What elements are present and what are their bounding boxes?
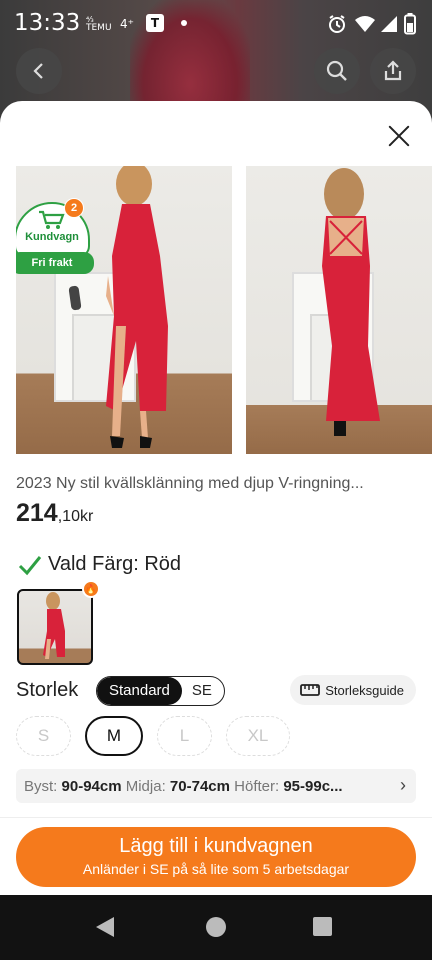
- size-standard-toggle[interactable]: Standard SE: [96, 676, 225, 706]
- size-option-xl[interactable]: XL: [226, 716, 290, 756]
- check-icon: [18, 555, 42, 575]
- size-option-m[interactable]: M: [85, 716, 143, 756]
- share-button[interactable]: [370, 48, 416, 94]
- product-title: 2023 Ny stil kvällsklänning med djup V-r…: [16, 475, 364, 492]
- product-image-front[interactable]: Kundvagn 2 Fri frakt: [16, 166, 232, 454]
- cart-count-badge: 2: [64, 198, 84, 218]
- bust-value: 90-94cm: [61, 777, 122, 795]
- back-button[interactable]: [16, 48, 62, 94]
- nav-back-icon[interactable]: [96, 917, 114, 937]
- wifi-icon: [355, 16, 375, 32]
- cart-icon: [39, 210, 65, 229]
- nav-home-icon[interactable]: [206, 917, 226, 937]
- free-shipping-label: Fri frakt: [16, 252, 94, 274]
- close-icon[interactable]: [386, 123, 412, 149]
- cart-badge[interactable]: Kundvagn 2 Fri frakt: [16, 198, 94, 274]
- chevron-right-icon: ›: [400, 775, 406, 795]
- divider: [0, 817, 432, 818]
- waist-label: Midja:: [125, 777, 166, 795]
- product-options-sheet: Kundvagn 2 Fri frakt 2023 Ny stil kvälls…: [0, 101, 432, 895]
- system-nav-bar: [0, 895, 432, 960]
- size-measurements-bar[interactable]: Byst: 90-94cm Midja: 70-74cm Höfter: 95-…: [16, 769, 416, 803]
- temu-app-icon-text: TEMU: [86, 23, 112, 33]
- popular-flame-icon: 🔥: [82, 580, 100, 598]
- status-bar: 13:33 ⁴⁄₃ TEMU 4⁺ T: [0, 0, 432, 50]
- swatch-dress-image: [43, 592, 65, 659]
- product-image-back[interactable]: [246, 166, 432, 454]
- 4g-icon: 4⁺: [120, 17, 134, 31]
- search-button[interactable]: [314, 48, 360, 94]
- signal-icon: [381, 16, 397, 32]
- temu-app-icon: ⁴⁄₃ TEMU: [86, 15, 112, 33]
- delivery-estimate: Anländer i SE på så lite som 5 arbetsdag…: [82, 861, 350, 877]
- dress-back-figure: [322, 168, 380, 436]
- dot-icon: [181, 20, 187, 26]
- price-decimals: ,10kr: [57, 508, 94, 525]
- size-label: Storlek: [16, 679, 79, 701]
- ruler-icon: [300, 684, 321, 696]
- selected-color: Vald Färg: Röd: [18, 553, 181, 576]
- alarm-icon: [329, 15, 345, 33]
- color-swatch-red[interactable]: [17, 589, 93, 665]
- cart-badge-label: Kundvagn: [25, 231, 79, 243]
- size-options: S M L XL: [16, 716, 290, 756]
- t-app-icon: T: [146, 14, 164, 32]
- chevron-left-icon: [33, 63, 43, 79]
- bust-label: Byst:: [24, 777, 58, 795]
- product-price: 214,10kr: [16, 499, 93, 528]
- search-icon: [326, 60, 347, 81]
- share-icon: [384, 60, 402, 81]
- selected-color-label: Vald Färg: Röd: [48, 553, 182, 575]
- waist-value: 70-74cm: [169, 777, 230, 795]
- price-main: 214: [16, 499, 58, 527]
- battery-icon: [404, 13, 416, 35]
- size-row: Storlek Standard SE Storleksguide: [16, 675, 416, 706]
- size-option-l[interactable]: L: [157, 716, 212, 756]
- add-to-cart-label: Lägg till i kundvagnen: [119, 835, 313, 857]
- hips-value: 95-99c...: [283, 777, 343, 795]
- size-guide-label: Storleksguide: [325, 682, 404, 698]
- size-standard-option[interactable]: Standard: [97, 677, 182, 705]
- nav-recents-icon[interactable]: [313, 917, 332, 936]
- add-to-cart-button[interactable]: Lägg till i kundvagnen Anländer i SE på …: [16, 827, 416, 887]
- size-se-option[interactable]: SE: [182, 677, 224, 705]
- product-image-gallery[interactable]: Kundvagn 2 Fri frakt: [16, 166, 432, 454]
- size-guide-button[interactable]: Storleksguide: [290, 675, 416, 705]
- size-option-s[interactable]: S: [16, 716, 71, 756]
- status-time: 13:33: [14, 10, 81, 36]
- hips-label: Höfter:: [234, 777, 280, 795]
